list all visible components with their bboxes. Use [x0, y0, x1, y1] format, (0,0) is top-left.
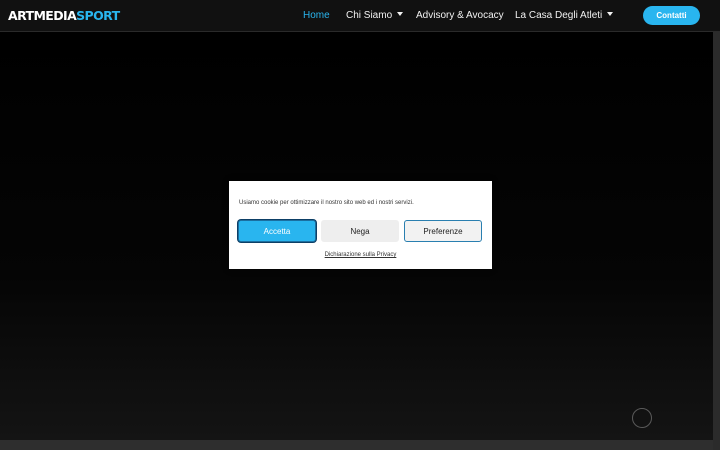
page-scrollbar[interactable]	[713, 32, 720, 450]
nav-item-advisory[interactable]: Advisory & Avocacy	[416, 9, 504, 23]
nav-item-label: Chi Siamo	[346, 10, 393, 21]
cookie-consent-dialog: Usiamo cookie per ottimizzare il nostro …	[229, 181, 492, 269]
page: ARTMEDIASPORT Home Chi Siamo Advisory & …	[0, 0, 720, 450]
nav-item-label: Home	[303, 10, 330, 21]
site-logo[interactable]: ARTMEDIASPORT	[8, 8, 120, 24]
nav-item-label: La Casa Degli Atleti	[515, 10, 603, 21]
bottom-band	[0, 440, 713, 450]
nav-item-home[interactable]: Home	[303, 9, 330, 23]
site-header: ARTMEDIASPORT Home Chi Siamo Advisory & …	[0, 0, 720, 32]
nav-item-chi-siamo[interactable]: Chi Siamo	[346, 9, 404, 23]
accept-cookies-button[interactable]: Accetta	[238, 220, 316, 242]
deny-cookies-button[interactable]: Nega	[321, 220, 399, 242]
contact-button[interactable]: Contatti	[643, 6, 700, 25]
loading-spinner-icon	[632, 408, 652, 428]
nav-item-casa-atleti[interactable]: La Casa Degli Atleti	[515, 9, 614, 23]
privacy-statement-link[interactable]: Dichiarazione sulla Privacy	[229, 251, 492, 259]
logo-accent-text: SPORT	[76, 8, 120, 23]
nav-item-label: Advisory & Avocacy	[416, 10, 504, 21]
logo-main-text: ARTMEDIA	[8, 8, 77, 23]
caret-down-icon	[397, 12, 404, 17]
caret-down-icon	[607, 12, 614, 17]
cookie-preferences-button[interactable]: Preferenze	[404, 220, 482, 242]
cookie-message: Usiamo cookie per ottimizzare il nostro …	[239, 200, 414, 206]
